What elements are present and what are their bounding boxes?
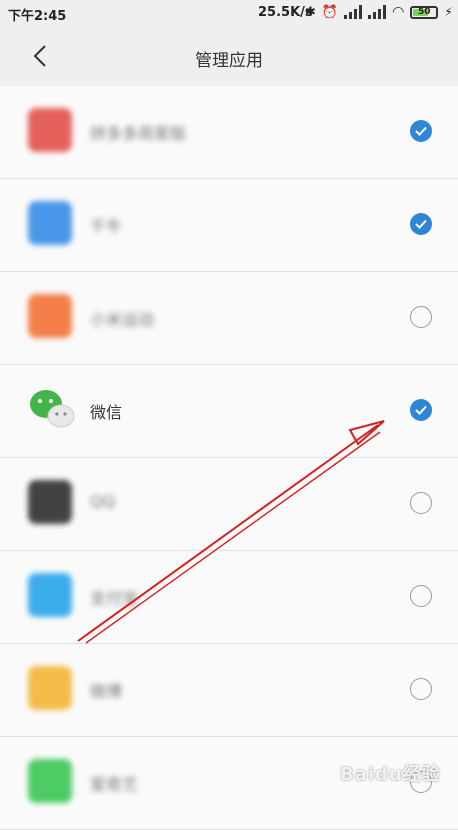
list-item[interactable]: 微信 xyxy=(0,365,458,458)
status-bar: 下午2:45 25.5K/s ✱ ⏰ ◠ 50 ⚡ xyxy=(0,0,458,26)
app-icon xyxy=(28,387,75,431)
app-checkbox[interactable] xyxy=(410,120,432,142)
app-name: QQ xyxy=(90,492,116,511)
battery-level: 50 xyxy=(418,7,431,17)
list-item[interactable]: 拼多多商家版 xyxy=(0,86,458,179)
app-icon xyxy=(28,480,72,524)
app-name: 千牛 xyxy=(90,217,123,236)
alarm-icon: ⏰ xyxy=(321,4,339,20)
checkmark-icon xyxy=(415,405,427,415)
bluetooth-icon: ✱ xyxy=(305,4,316,20)
list-item[interactable]: 支付宝 xyxy=(0,551,458,644)
app-checkbox[interactable] xyxy=(410,678,432,700)
signal-icon xyxy=(344,5,363,19)
watermark: Baidu经验 xyxy=(340,764,441,785)
app-icon xyxy=(28,201,72,245)
app-icon xyxy=(28,666,72,710)
app-icon xyxy=(28,294,72,338)
charging-icon: ⚡ xyxy=(444,5,453,19)
app-icon xyxy=(28,573,72,617)
app-checkbox[interactable] xyxy=(410,492,432,514)
app-checkbox[interactable] xyxy=(410,399,432,421)
app-list: 拼多多商家版 千牛小米运动微信 QQ 支付宝微博爱奇艺 xyxy=(0,86,458,830)
list-item[interactable]: QQ xyxy=(0,458,458,551)
signal-icon xyxy=(368,5,387,19)
checkmark-icon xyxy=(415,219,427,229)
list-item[interactable]: 千牛 xyxy=(0,179,458,272)
app-checkbox[interactable] xyxy=(410,213,432,235)
list-item[interactable]: 微博 xyxy=(0,644,458,737)
app-name: 微博 xyxy=(90,682,123,701)
battery-icon: 50 xyxy=(410,5,439,19)
list-item[interactable]: 小米运动 xyxy=(0,272,458,365)
app-name: 微信 xyxy=(90,403,123,422)
app-name: 小米运动 xyxy=(90,310,155,329)
app-name: 拼多多商家版 xyxy=(90,124,187,143)
status-time: 下午2:45 xyxy=(8,9,67,24)
app-icon xyxy=(28,108,72,152)
app-checkbox[interactable] xyxy=(410,306,432,328)
app-name: 爱奇艺 xyxy=(90,775,139,794)
wifi-icon: ◠ xyxy=(392,4,405,20)
header: 管理应用 xyxy=(0,26,458,86)
app-icon xyxy=(28,759,72,803)
app-name: 支付宝 xyxy=(90,589,139,608)
checkmark-icon xyxy=(415,126,427,136)
page-title: 管理应用 xyxy=(195,51,263,71)
app-checkbox[interactable] xyxy=(410,585,432,607)
